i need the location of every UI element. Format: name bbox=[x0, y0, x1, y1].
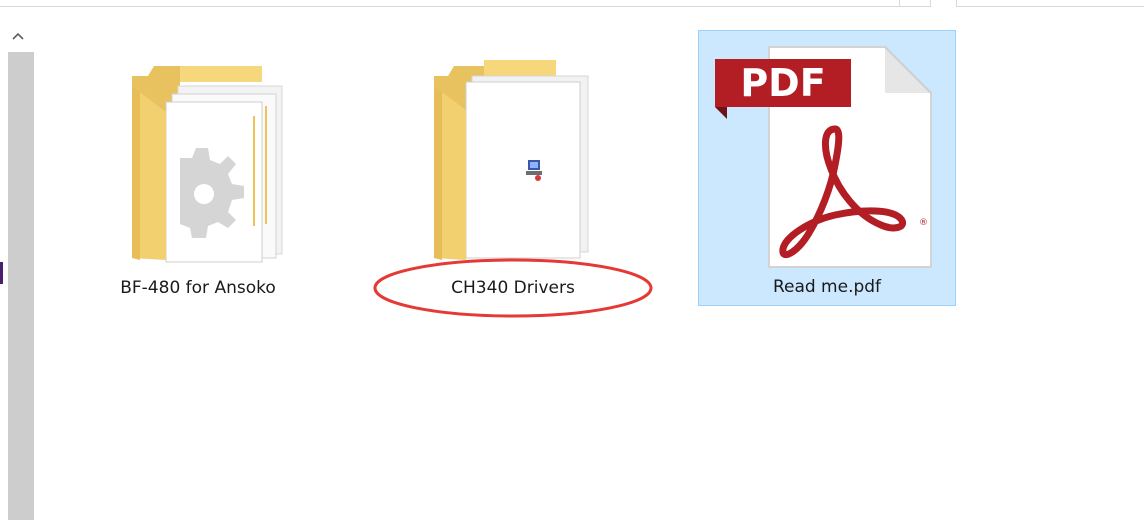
address-bar-strip bbox=[0, 0, 1144, 8]
address-bar-edge bbox=[0, 0, 931, 7]
file-item-folder[interactable]: CH340 Drivers bbox=[368, 30, 658, 326]
chevron-up-icon[interactable] bbox=[10, 28, 26, 44]
folder-icon bbox=[424, 46, 600, 266]
search-box-edge bbox=[956, 0, 1144, 7]
svg-text:®: ® bbox=[919, 218, 928, 228]
file-name-label: CH340 Drivers bbox=[451, 278, 575, 298]
file-item-folder[interactable]: BF-480 for Ansoko bbox=[88, 30, 308, 306]
file-item-pdf[interactable]: PDF ® Read me.pdf bbox=[698, 30, 956, 306]
folder-icon bbox=[110, 46, 286, 266]
file-name-label: Read me.pdf bbox=[772, 277, 882, 297]
scroll-thumb[interactable] bbox=[8, 52, 34, 520]
file-name-label: BF-480 for Ansoko bbox=[120, 278, 276, 298]
svg-text:PDF: PDF bbox=[740, 61, 825, 105]
pdf-icon: PDF ® bbox=[705, 37, 941, 273]
vertical-scrollbar[interactable] bbox=[0, 28, 36, 520]
